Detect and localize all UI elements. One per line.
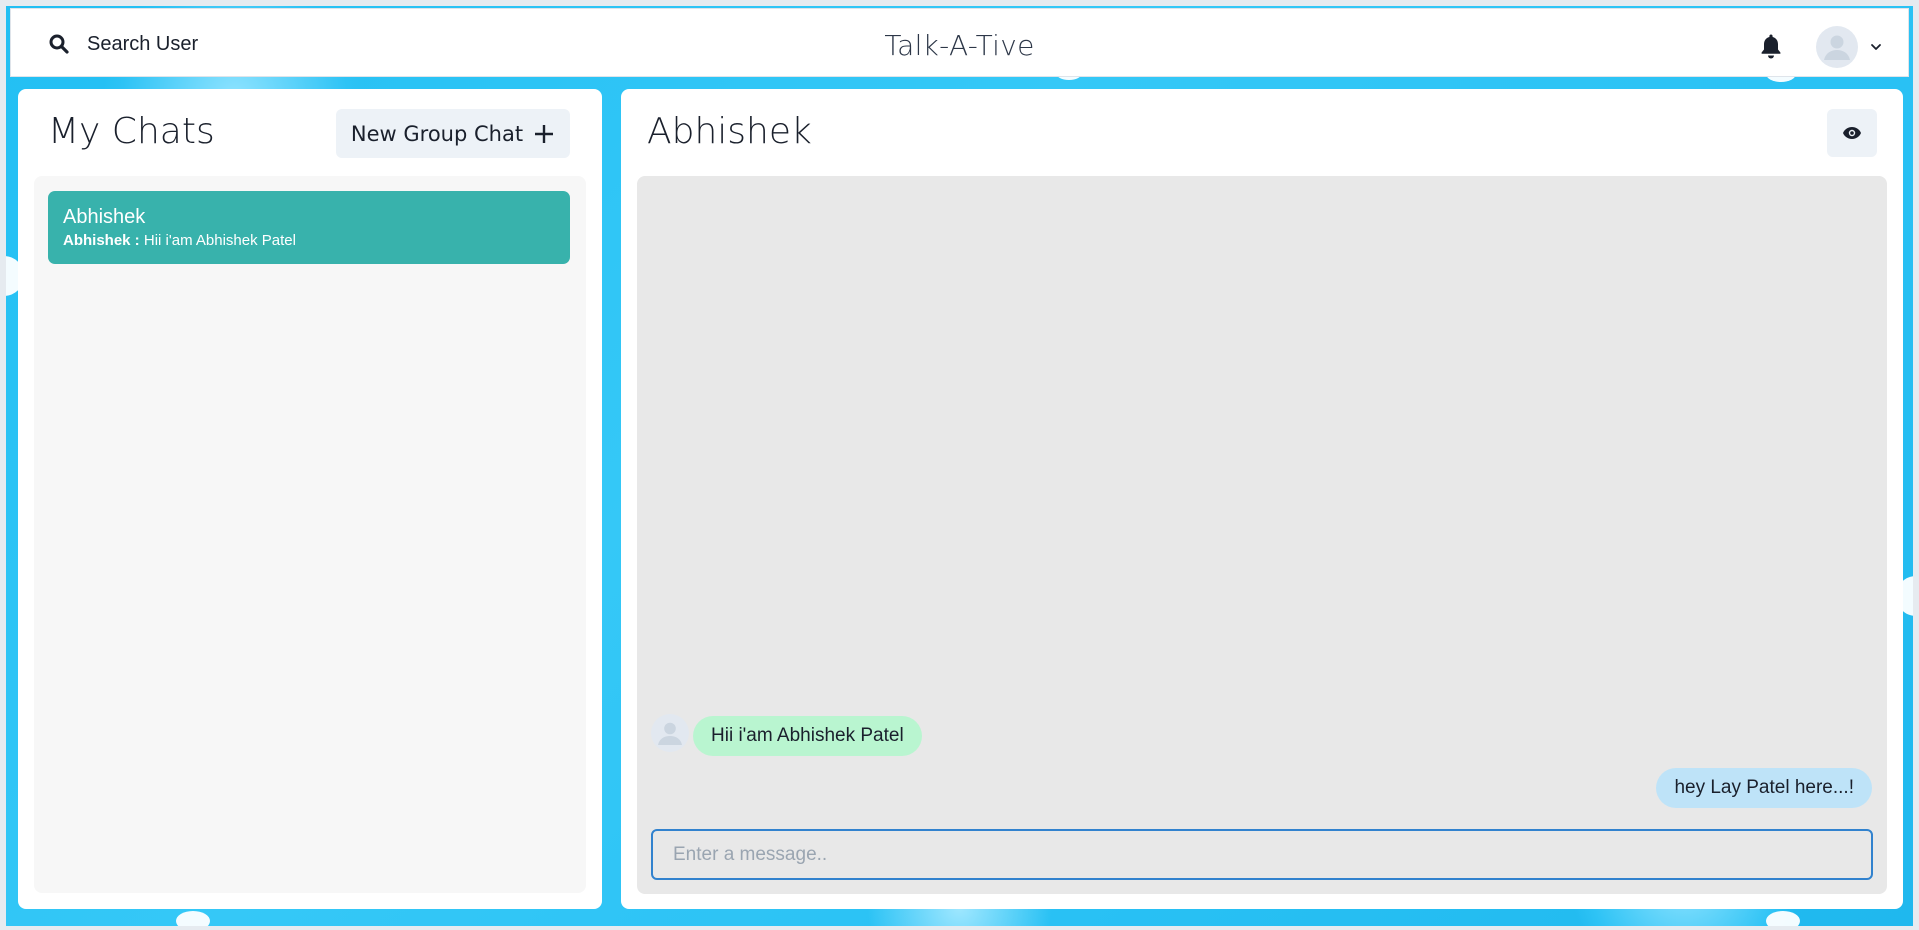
background-decoration — [176, 911, 210, 926]
messages-area: Hii i'am Abhishek Patel hey Lay Patel he… — [637, 176, 1887, 894]
chevron-down-icon — [1871, 44, 1881, 50]
top-navbar: Search User Talk-A-Tive — [10, 8, 1909, 77]
chat-box: Abhishek Hii i'am Abhishek Patel hey Lay… — [621, 89, 1903, 909]
new-group-chat-button[interactable]: New Group Chat — [336, 109, 570, 158]
new-group-chat-label: New Group Chat — [350, 121, 524, 146]
chat-name: Abhishek — [63, 206, 146, 228]
user-avatar-icon — [1816, 26, 1858, 68]
bell-icon[interactable] — [1759, 33, 1783, 59]
message-row-received: Hii i'am Abhishek Patel — [651, 710, 922, 756]
chat-list-item-abhishek[interactable]: Abhishek Abhishek : Hii i'am Abhishek Pa… — [48, 191, 570, 264]
eye-icon — [1843, 127, 1861, 139]
plus-icon — [535, 124, 554, 143]
message-bubble-received: Hii i'am Abhishek Patel — [693, 716, 922, 756]
profile-menu-button[interactable] — [1816, 26, 1882, 68]
my-chats-title: My Chats — [48, 111, 215, 152]
chat-list: Abhishek Abhishek : Hii i'am Abhishek Pa… — [34, 176, 586, 893]
message-bubble-sent: hey Lay Patel here...! — [1656, 768, 1872, 808]
background-decoration — [1766, 911, 1800, 926]
my-chats-panel: My Chats New Group Chat Abhishek Abhishe… — [18, 89, 602, 909]
latest-sender: Abhishek : — [63, 232, 140, 249]
message-input[interactable] — [651, 829, 1873, 880]
chat-latest-message: Abhishek : Hii i'am Abhishek Patel — [63, 232, 555, 249]
latest-text: Hii i'am Abhishek Patel — [143, 232, 296, 249]
sender-avatar-icon[interactable] — [651, 714, 689, 752]
view-profile-button[interactable] — [1827, 109, 1877, 157]
app-title: Talk-A-Tive — [884, 29, 1035, 62]
chat-title: Abhishek — [647, 111, 812, 152]
